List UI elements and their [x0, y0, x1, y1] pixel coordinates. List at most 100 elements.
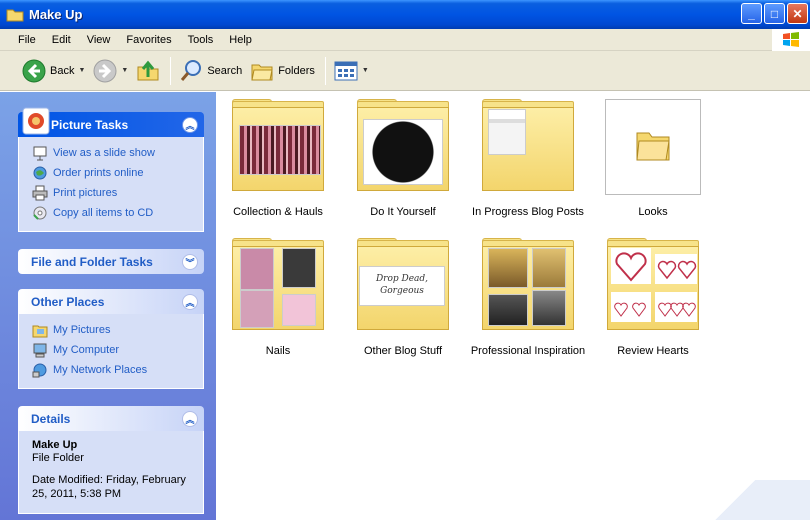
toolbar-divider: [324, 56, 326, 85]
search-button[interactable]: Search: [179, 59, 242, 83]
forward-button[interactable]: ▼: [93, 59, 128, 83]
place-label: My Pictures: [53, 324, 111, 336]
folder-in-progress-blog-posts[interactable]: In Progress Blog Posts: [467, 99, 589, 218]
hearts-image: [611, 248, 697, 322]
expand-chevron-icon[interactable]: ︾: [182, 254, 198, 270]
up-folder-button[interactable]: [136, 59, 160, 83]
toolbar-divider: [170, 56, 172, 85]
close-button[interactable]: ✕: [787, 3, 808, 24]
details-header[interactable]: Details ︽: [18, 406, 204, 431]
up-folder-icon: [137, 60, 159, 80]
file-folder-tasks-title: File and Folder Tasks: [31, 254, 153, 269]
folder-label: Nails: [265, 345, 291, 357]
back-arrow-icon: [22, 59, 46, 82]
folders-label: Folders: [278, 64, 315, 77]
slideshow-icon: [33, 146, 47, 161]
picture-tasks-panel: Picture Tasks ︽ View as a slide show Ord…: [18, 107, 204, 232]
folder-icon: [6, 9, 24, 21]
computer-icon: [33, 343, 47, 358]
folder-thumbnail: [230, 99, 326, 195]
folders-button[interactable]: Folders: [250, 59, 315, 83]
collapse-chevron-icon[interactable]: ︽: [182, 411, 198, 427]
picture-tasks-title: Picture Tasks: [51, 117, 129, 132]
folder-thumbnail: [605, 238, 701, 334]
task-slide-show[interactable]: View as a slide show: [32, 143, 193, 163]
place-my-pictures[interactable]: My Pictures: [32, 320, 193, 340]
folder-label: Looks: [638, 206, 668, 218]
minimize-button[interactable]: _: [741, 3, 762, 24]
chevron-down-icon[interactable]: ▼: [78, 67, 85, 74]
folder-other-blog-stuff[interactable]: Drop Dead, Gorgeous Other Blog Stuff: [342, 238, 464, 357]
forward-arrow-icon: [93, 59, 117, 82]
file-folder-tasks-header[interactable]: File and Folder Tasks ︾: [18, 249, 204, 274]
menu-favorites[interactable]: Favorites: [118, 34, 179, 46]
folder-label: Collection & Hauls: [233, 206, 323, 218]
folder-label: In Progress Blog Posts: [472, 206, 584, 218]
folder-looks[interactable]: Looks: [592, 99, 714, 218]
folder-view: Collection & Hauls Do It Yourself In Pro…: [216, 92, 810, 520]
folder-professional-inspiration[interactable]: Professional Inspiration: [467, 238, 589, 357]
folder-collection-hauls[interactable]: Collection & Hauls: [217, 99, 339, 218]
menu-tools[interactable]: Tools: [180, 34, 222, 46]
chevron-down-icon[interactable]: ▼: [362, 67, 369, 74]
back-button[interactable]: Back ▼: [22, 59, 85, 83]
place-my-network[interactable]: My Network Places: [32, 360, 193, 380]
other-places-header[interactable]: Other Places ︽: [18, 289, 204, 314]
task-print-pictures[interactable]: Print pictures: [32, 183, 193, 203]
menu-file[interactable]: File: [10, 34, 44, 46]
background-watermark: [660, 480, 810, 520]
folder-nails[interactable]: Nails: [217, 238, 339, 357]
task-copy-to-cd[interactable]: Copy all items to CD: [32, 203, 193, 223]
chevron-down-icon[interactable]: ▼: [121, 67, 128, 74]
collapse-chevron-icon[interactable]: ︽: [182, 294, 198, 310]
folder-thumbnail: Drop Dead, Gorgeous: [355, 238, 451, 334]
folder-thumbnail: [480, 238, 576, 334]
details-modified: Date Modified: Friday, February 25, 2011…: [32, 474, 186, 500]
details-name: Make Up: [32, 439, 78, 451]
search-icon: [181, 59, 202, 81]
folder-label: Professional Inspiration: [470, 345, 586, 357]
picture-tasks-header[interactable]: Picture Tasks ︽: [18, 107, 204, 137]
folders-icon: [251, 64, 273, 80]
folder-do-it-yourself[interactable]: Do It Yourself: [342, 99, 464, 218]
other-places-panel: Other Places ︽ My Pictures My Computer M…: [18, 289, 204, 389]
windows-logo-icon: [772, 29, 810, 51]
other-places-title: Other Places: [31, 294, 105, 309]
folder-label: Do It Yourself: [370, 206, 436, 218]
maximize-button[interactable]: □: [764, 3, 785, 24]
place-my-computer[interactable]: My Computer: [32, 340, 193, 360]
picture-tasks-icon: [22, 107, 50, 135]
cd-icon: [33, 206, 47, 220]
folder-thumbnail: [355, 99, 451, 195]
task-label: View as a slide show: [53, 147, 155, 159]
minimize-icon: _: [748, 6, 755, 21]
file-folder-tasks-panel: File and Folder Tasks ︾: [18, 249, 204, 274]
task-label: Order prints online: [53, 167, 144, 179]
folder-label: Review Hearts: [617, 345, 689, 357]
other-places-body: My Pictures My Computer My Network Place…: [18, 314, 204, 389]
views-icon: [334, 61, 358, 80]
my-pictures-icon: [32, 325, 48, 338]
views-button[interactable]: ▼: [334, 60, 369, 82]
printer-icon: [32, 185, 48, 201]
collapse-chevron-icon[interactable]: ︽: [182, 117, 198, 133]
folder-thumbnail: [230, 238, 326, 334]
details-type: File Folder: [32, 452, 84, 464]
maximize-icon: □: [770, 6, 779, 21]
picture-tasks-body: View as a slide show Order prints online…: [18, 137, 204, 232]
menu-view[interactable]: View: [79, 34, 119, 46]
back-label: Back: [50, 64, 75, 77]
task-order-prints[interactable]: Order prints online: [32, 163, 193, 183]
close-icon: ✕: [792, 6, 803, 21]
title-bar: Make Up _ □ ✕: [0, 0, 810, 29]
folder-review-hearts[interactable]: Review Hearts: [592, 238, 714, 357]
details-panel: Details ︽ Make Up File Folder Date Modif…: [18, 406, 204, 514]
search-label: Search: [207, 64, 243, 77]
network-icon: [32, 363, 47, 378]
menu-edit[interactable]: Edit: [44, 34, 79, 46]
place-label: My Computer: [53, 344, 120, 356]
menu-help[interactable]: Help: [221, 34, 260, 46]
details-body: Make Up File Folder Date Modified: Frida…: [18, 431, 204, 514]
folder-thumbnail: [480, 99, 576, 195]
toolbar: Back ▼ ▼ Search Folders ▼: [0, 51, 810, 91]
